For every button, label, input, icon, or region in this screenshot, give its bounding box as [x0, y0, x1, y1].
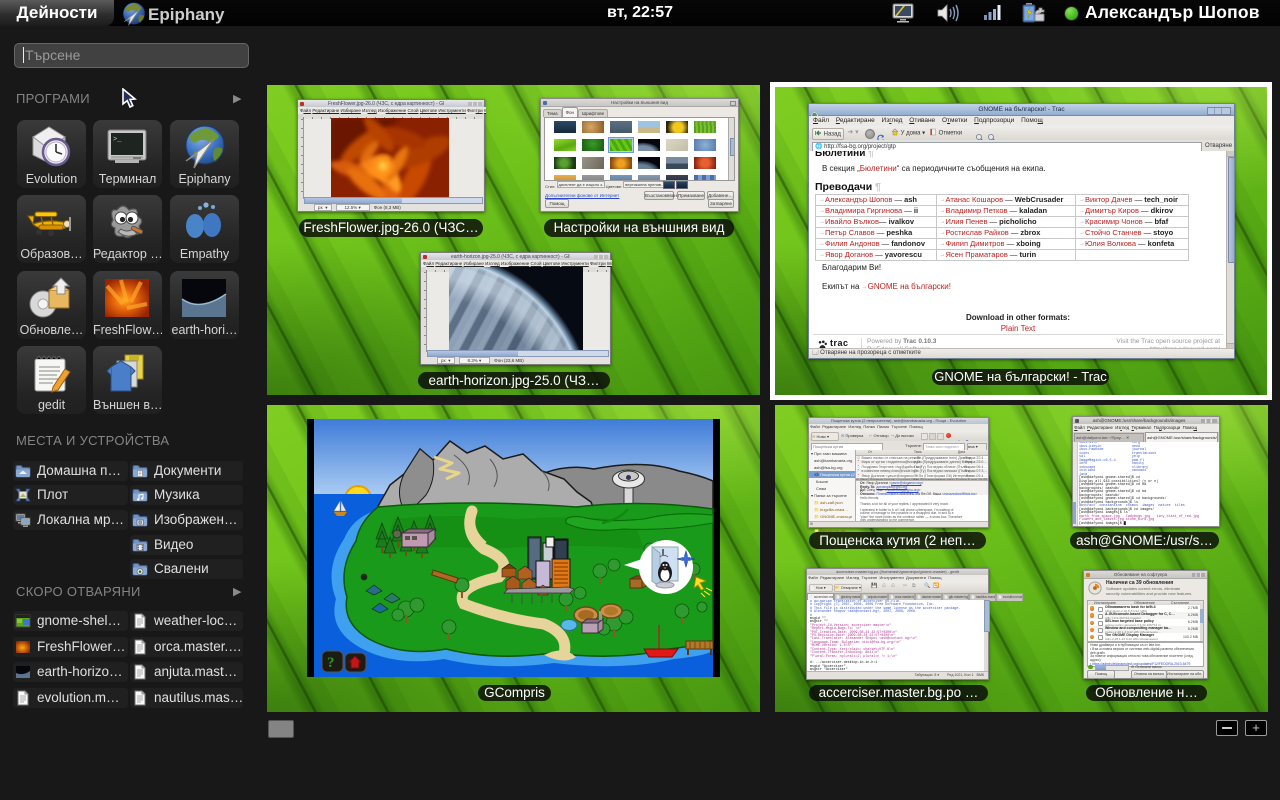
svg-text:>_: >_	[113, 136, 122, 144]
svg-text:?: ?	[327, 655, 335, 671]
